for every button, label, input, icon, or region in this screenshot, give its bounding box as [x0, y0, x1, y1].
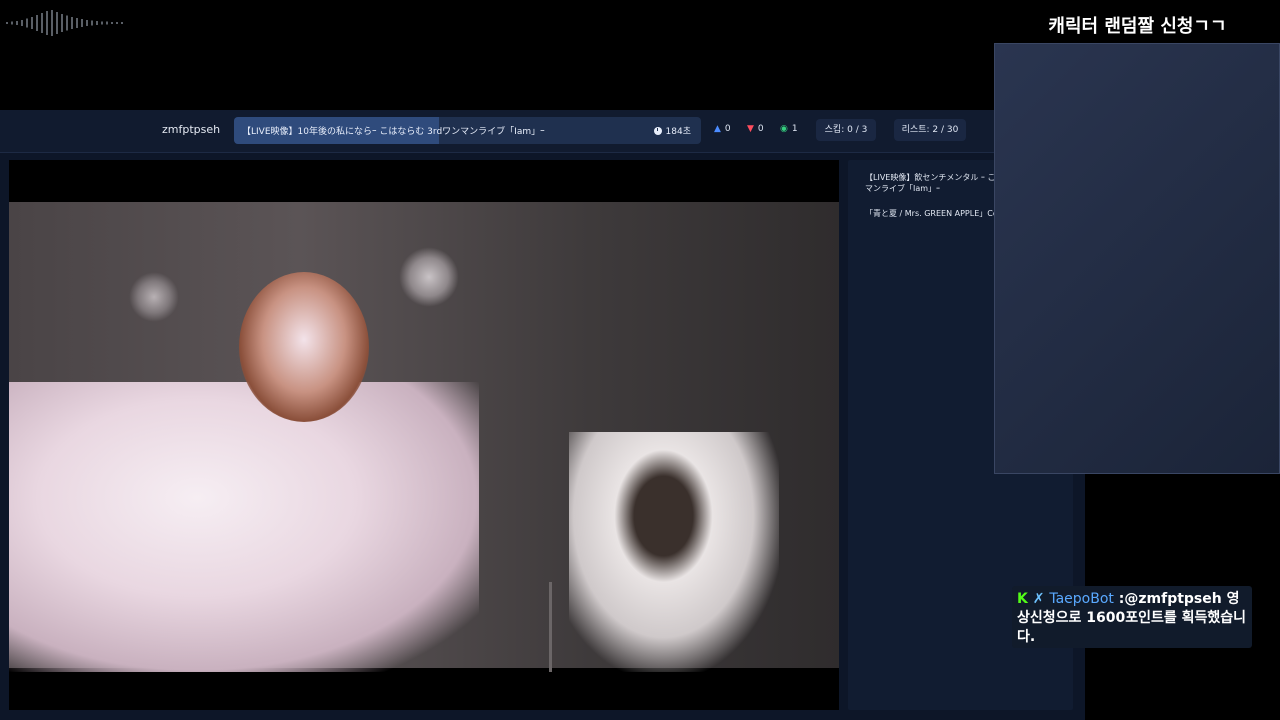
requester-username: zmfptpseh — [162, 123, 221, 136]
like-count[interactable]: ▲ 0 — [714, 124, 731, 134]
viewer-count: ◉ 1 — [780, 124, 798, 134]
guitarist — [569, 432, 779, 672]
now-playing-bar[interactable]: 【LIVE映像】10年後の私にならｰ こはならむ 3rdワンマンライブ「Iam」… — [234, 117, 701, 144]
waveform-bar — [121, 22, 123, 24]
skip-counter[interactable]: 스킵: 0 / 3 — [816, 119, 876, 141]
character-image-placeholder — [994, 43, 1280, 474]
waveform-bar — [86, 20, 88, 26]
waveform-bar — [81, 19, 83, 27]
chat-username[interactable]: TaepoBot — [1049, 591, 1114, 607]
chat-message-line: K ✗ TaepoBot :@zmfptpseh 영상신청으로 1600포인트를… — [1017, 590, 1252, 647]
waveform-bar — [116, 22, 118, 24]
kick-logo-icon: K — [1017, 591, 1028, 607]
waveform-bar — [46, 11, 48, 35]
player-app: zmfptpseh 【LIVE映像】10年後の私にならｰ こはならむ 3rdワン… — [0, 110, 1085, 720]
waveform-bar — [101, 21, 103, 25]
now-playing-title: 【LIVE映像】10年後の私にならｰ こはならむ 3rdワンマンライブ「Iam」… — [242, 127, 545, 137]
waveform-bar — [26, 18, 28, 28]
eye-icon: ◉ — [780, 124, 788, 134]
waveform-bar — [71, 17, 73, 29]
stage-light — [399, 247, 459, 307]
waveform-bar — [21, 20, 23, 26]
waveform-bar — [106, 21, 108, 25]
list-counter[interactable]: 리스트: 2 / 30 — [894, 119, 966, 141]
waveform-bar — [96, 21, 98, 25]
waveform-bar — [91, 20, 93, 26]
waveform-bar — [76, 18, 78, 28]
video-frame — [9, 202, 839, 672]
performer-dress — [9, 382, 479, 672]
top-bar: zmfptpseh 【LIVE映像】10年後の私にならｰ こはならむ 3rdワン… — [0, 110, 1085, 153]
waveform-bar — [16, 21, 18, 25]
mic-stand — [549, 582, 552, 672]
waveform-bar — [111, 22, 113, 24]
waveform-bar — [61, 14, 63, 32]
waveform-bar — [36, 15, 38, 31]
audio-waveform — [0, 8, 140, 38]
thumbs-down-icon: ▼ — [747, 124, 754, 134]
clock-icon — [653, 127, 662, 135]
waveform-bar — [51, 10, 53, 36]
sword-icon: ✗ — [1032, 591, 1045, 607]
stage-light — [129, 272, 179, 322]
time-remaining: 184초 — [653, 124, 691, 137]
waveform-bar — [11, 21, 13, 25]
chat-notification: K ✗ TaepoBot :@zmfptpseh 영상신청으로 1600포인트를… — [1012, 586, 1252, 648]
waveform-bar — [31, 17, 33, 29]
waveform-bar — [41, 13, 43, 33]
dislike-count[interactable]: ▼ 0 — [747, 124, 764, 134]
video-player[interactable] — [9, 160, 839, 710]
panel-title: 캐릭터 랜덤짤 신청ㄱㄱ — [1048, 16, 1227, 37]
waveform-bar — [6, 22, 8, 24]
performer-head — [239, 272, 369, 422]
thumbs-up-icon: ▲ — [714, 124, 721, 134]
waveform-bar — [66, 15, 68, 31]
waveform-bar — [56, 12, 58, 34]
